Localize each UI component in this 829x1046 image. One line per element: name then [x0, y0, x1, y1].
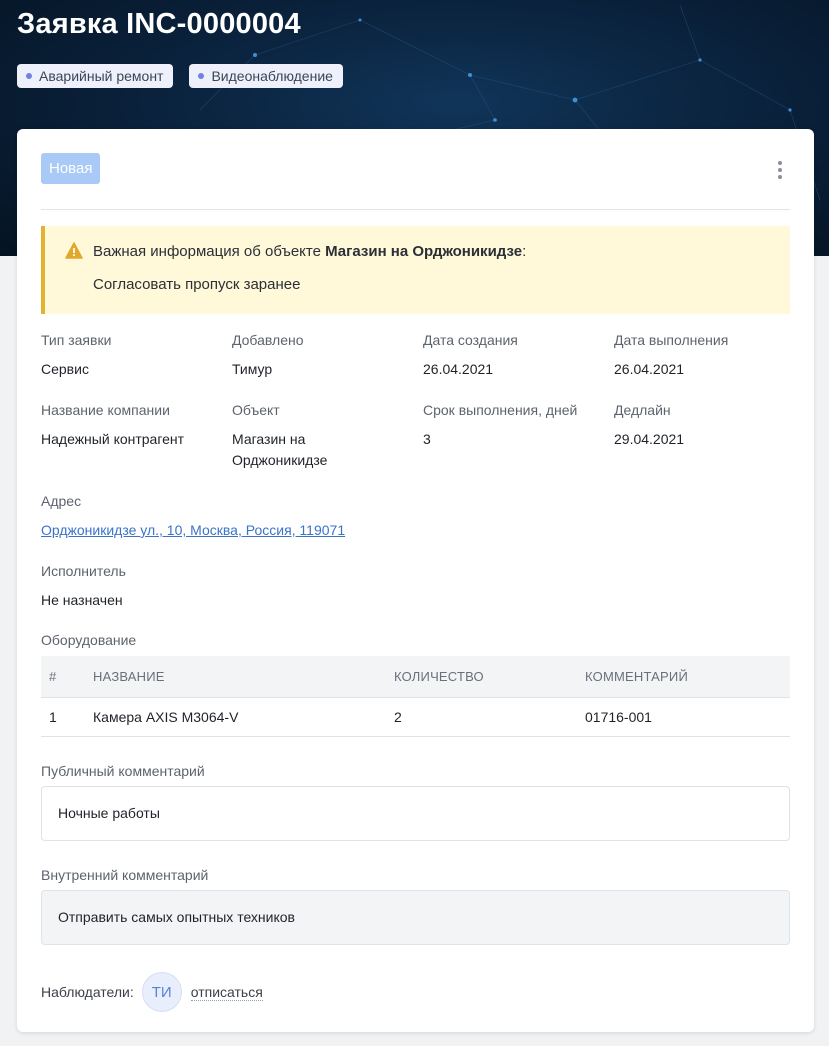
- tag-dot-icon: [26, 73, 32, 79]
- alert-note: Согласовать пропуск заранее: [93, 276, 301, 293]
- watchers-label: Наблюдатели:: [41, 984, 134, 1000]
- table-header: # НАЗВАНИЕ КОЛИЧЕСТВО КОММЕНТАРИЙ: [41, 656, 790, 698]
- alert-text: Важная информация об объекте Магазин на …: [93, 243, 527, 260]
- tag-emergency-repair[interactable]: Аварийный ремонт: [17, 64, 174, 88]
- ticket-card: Новая Важная информация об объекте Магаз…: [17, 129, 814, 1032]
- field-address: Адрес Орджоникидзе ул., 10, Москва, Росс…: [41, 493, 541, 541]
- equipment-title: Оборудование: [41, 632, 137, 648]
- field-value: 26.04.2021: [614, 361, 685, 377]
- more-actions-icon[interactable]: [773, 159, 787, 181]
- table-cell: 2: [394, 709, 402, 725]
- field-value: 26.04.2021: [423, 361, 494, 377]
- public-comment-box: Ночные работы: [41, 786, 790, 841]
- unsubscribe-link[interactable]: отписаться: [190, 984, 263, 1001]
- table-cell: Камера AXIS M3064-V: [93, 709, 239, 725]
- field-label: Срок выполнения, дней: [423, 402, 578, 418]
- field-value: Тимур: [232, 361, 273, 377]
- tag-label: Видеонаблюдение: [211, 68, 333, 84]
- address-link[interactable]: Орджоникидзе ул., 10, Москва, Россия, 11…: [41, 520, 345, 541]
- field-deadline: Дедлайн 29.04.2021: [614, 402, 794, 450]
- divider: [41, 209, 790, 210]
- field-completed-date: Дата выполнения 26.04.2021: [614, 332, 794, 380]
- field-label: Исполнитель: [41, 563, 126, 579]
- field-label: Дата создания: [423, 332, 518, 348]
- field-value: Магазин на Орджоникидзе: [232, 431, 328, 468]
- alert-object-name: Магазин на Орджоникидзе: [325, 243, 523, 260]
- field-label: Добавлено: [232, 332, 304, 348]
- public-comment-label: Публичный комментарий: [41, 763, 205, 779]
- column-header: #: [49, 669, 57, 684]
- status-badge: Новая: [41, 153, 101, 184]
- field-object: Объект Магазин на Орджоникидзе: [232, 402, 362, 471]
- field-value: 29.04.2021: [614, 431, 685, 447]
- field-value: Надежный контрагент: [41, 431, 185, 447]
- field-label: Название компании: [41, 402, 170, 418]
- field-executor: Исполнитель Не назначен: [41, 563, 341, 611]
- table-row: 1 Камера AXIS M3064-V 2 01716-001: [41, 698, 790, 737]
- column-header: НАЗВАНИЕ: [93, 669, 165, 684]
- tag-dot-icon: [198, 73, 205, 79]
- tag-list: Аварийный ремонт Видеонаблюдение: [17, 64, 343, 88]
- field-term-days: Срок выполнения, дней 3: [423, 402, 603, 450]
- warning-icon: [65, 242, 83, 259]
- field-value: 3: [423, 431, 431, 447]
- internal-comment-box: Отправить самых опытных техников: [41, 890, 790, 945]
- field-label: Дедлайн: [614, 402, 671, 418]
- table-cell: 01716-001: [585, 709, 652, 725]
- column-header: КОЛИЧЕСТВО: [394, 669, 484, 684]
- field-label: Объект: [232, 402, 280, 418]
- equipment-table: # НАЗВАНИЕ КОЛИЧЕСТВО КОММЕНТАРИЙ 1 Каме…: [41, 656, 790, 737]
- object-alert: Важная информация об объекте Магазин на …: [41, 226, 790, 314]
- field-label: Дата выполнения: [614, 332, 729, 348]
- field-added-by: Добавлено Тимур: [232, 332, 412, 380]
- tag-label: Аварийный ремонт: [39, 68, 164, 84]
- avatar[interactable]: ТИ: [141, 972, 182, 1012]
- page-title: Заявка INC-0000004: [17, 8, 301, 40]
- internal-comment-label: Внутренний комментарий: [41, 867, 209, 883]
- watchers: Наблюдатели: ТИ отписаться: [41, 972, 263, 1012]
- table-cell: 1: [49, 709, 57, 725]
- field-label: Адрес: [41, 493, 82, 509]
- tag-video-surveillance[interactable]: Видеонаблюдение: [189, 64, 343, 88]
- field-type: Тип заявки Сервис: [41, 332, 221, 380]
- field-value: Не назначен: [41, 592, 123, 608]
- field-company: Название компании Надежный контрагент: [41, 402, 221, 450]
- column-header: КОММЕНТАРИЙ: [585, 669, 688, 684]
- field-value: Сервис: [41, 361, 89, 377]
- field-created-date: Дата создания 26.04.2021: [423, 332, 603, 380]
- field-label: Тип заявки: [41, 332, 112, 348]
